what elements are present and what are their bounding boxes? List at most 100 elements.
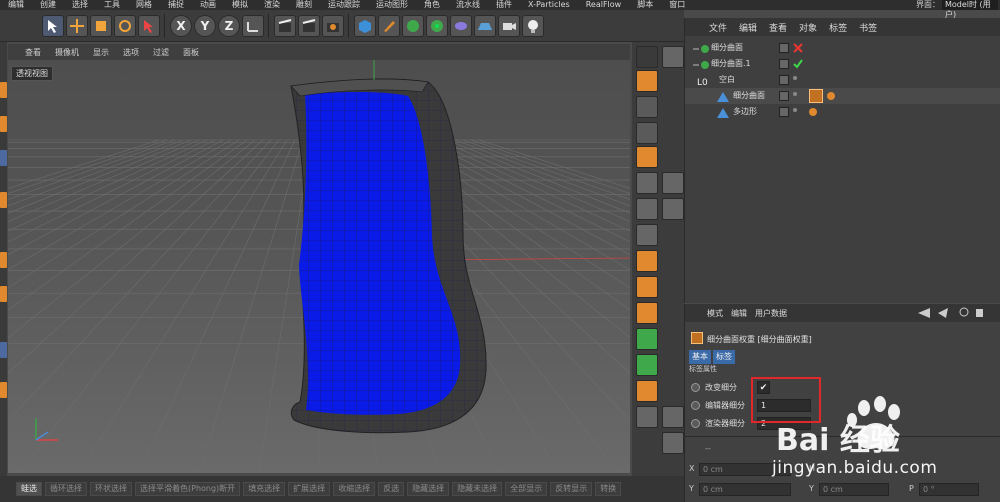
- menu-item[interactable]: X-Particles: [520, 0, 578, 10]
- tool-icon[interactable]: [662, 432, 684, 454]
- paint-tool-icon[interactable]: [636, 250, 658, 272]
- tab-basic[interactable]: 基本: [689, 350, 711, 364]
- layout-dropdown[interactable]: Model时 (用户): [942, 0, 998, 19]
- object-row[interactable]: L0 空白: [685, 72, 1000, 88]
- magnet-tool-icon[interactable]: [636, 70, 658, 92]
- visibility-dots[interactable]: [793, 92, 797, 96]
- visibility-dots[interactable]: [793, 76, 797, 80]
- layer-checkbox[interactable]: [779, 91, 789, 101]
- 2d-mode-icon[interactable]: [636, 122, 658, 144]
- menu-item[interactable]: 编辑: [0, 0, 32, 10]
- disabled-x-icon[interactable]: [793, 43, 803, 53]
- layer-checkbox[interactable]: [779, 75, 789, 85]
- paint-tool-icon[interactable]: [636, 328, 658, 350]
- object-row[interactable]: 细分曲面: [685, 40, 1000, 56]
- selection-button[interactable]: 填充选择: [243, 482, 286, 496]
- menu-item[interactable]: 创建: [32, 0, 64, 10]
- move-icon[interactable]: [66, 15, 88, 37]
- scale-icon[interactable]: [90, 15, 112, 37]
- snap-icon[interactable]: [636, 146, 658, 168]
- mode-icon[interactable]: [0, 150, 7, 166]
- viewport-menu-item[interactable]: 查看: [18, 47, 48, 58]
- object-row[interactable]: 多边形: [685, 104, 1000, 120]
- object-row[interactable]: 细分曲面.1: [685, 56, 1000, 72]
- menu-item[interactable]: 角色: [416, 0, 448, 10]
- edit-tool-icon[interactable]: [636, 172, 658, 194]
- mode-icon[interactable]: [0, 286, 7, 302]
- deformer-icon[interactable]: [450, 15, 472, 37]
- menu-item[interactable]: RealFlow: [578, 0, 630, 10]
- menu-item[interactable]: 动画: [192, 0, 224, 10]
- menu-item[interactable]: 渲染: [256, 0, 288, 10]
- visibility-dots[interactable]: [793, 108, 797, 112]
- last-tool-icon[interactable]: [138, 15, 160, 37]
- tool-icon[interactable]: [662, 198, 684, 220]
- viewport-menu-item[interactable]: 选项: [116, 47, 146, 58]
- attribute-menu-item[interactable]: 用户数据: [751, 308, 791, 319]
- array-icon[interactable]: [426, 15, 448, 37]
- magnet-icon[interactable]: [636, 46, 658, 68]
- menu-item[interactable]: 流水线: [448, 0, 488, 10]
- selection-button[interactable]: 反选: [378, 482, 405, 496]
- menu-item[interactable]: 运动跟踪: [320, 0, 368, 10]
- light-icon[interactable]: [522, 15, 544, 37]
- menu-item[interactable]: 捕捉: [160, 0, 192, 10]
- viewport-menu-item[interactable]: 过滤: [146, 47, 176, 58]
- menu-item[interactable]: 脚本: [629, 0, 661, 10]
- animate-radio[interactable]: [691, 401, 700, 410]
- 3d-mode-icon[interactable]: [636, 96, 658, 118]
- render-picture-icon[interactable]: [298, 15, 320, 37]
- menu-item[interactable]: 网格: [128, 0, 160, 10]
- render-settings-icon[interactable]: [322, 15, 344, 37]
- selection-button[interactable]: 蛙选: [16, 482, 42, 496]
- selection-button[interactable]: 循环选择: [45, 482, 87, 496]
- enabled-check-icon[interactable]: [793, 59, 803, 69]
- menu-item[interactable]: 模拟: [224, 0, 256, 10]
- subdivided-mesh-object[interactable]: [8, 60, 630, 473]
- selection-button[interactable]: 选择平滑着色(Phong)断开: [135, 482, 241, 496]
- edit-tool-icon[interactable]: [636, 224, 658, 246]
- object-menu-item[interactable]: 编辑: [733, 21, 763, 34]
- x-axis-button[interactable]: X: [170, 15, 192, 37]
- selection-button[interactable]: 扩展选择: [288, 482, 331, 496]
- selection-button[interactable]: 隐藏未选择: [452, 482, 503, 496]
- tool-icon[interactable]: [662, 406, 684, 428]
- layer-checkbox[interactable]: [779, 43, 789, 53]
- tag-icon[interactable]: [827, 92, 835, 100]
- object-menu-item[interactable]: 对象: [793, 21, 823, 34]
- selection-button[interactable]: 隐藏选择: [407, 482, 450, 496]
- menu-item[interactable]: 窗口: [661, 0, 693, 10]
- edit-tool-icon[interactable]: [636, 198, 658, 220]
- paint-tool-icon[interactable]: [636, 354, 658, 376]
- layer-checkbox[interactable]: [779, 107, 789, 117]
- attribute-menu-item[interactable]: 模式: [703, 308, 727, 319]
- layer-checkbox[interactable]: [779, 59, 789, 69]
- camera-icon[interactable]: [498, 15, 520, 37]
- render-view-icon[interactable]: [274, 15, 296, 37]
- floor-icon[interactable]: [474, 15, 496, 37]
- tab-tag[interactable]: 标签: [713, 350, 735, 364]
- animate-radio[interactable]: [691, 419, 700, 428]
- weight-tag-icon[interactable]: [809, 89, 823, 103]
- viewport-menu-item[interactable]: 摄像机: [48, 47, 86, 58]
- coordinate-system-icon[interactable]: [242, 15, 264, 37]
- edit-tool-icon[interactable]: [636, 406, 658, 428]
- mode-icon[interactable]: [0, 342, 7, 358]
- menu-item[interactable]: 运动图形: [368, 0, 416, 10]
- animate-radio[interactable]: [691, 383, 700, 392]
- tag-icon[interactable]: [809, 108, 817, 116]
- tool-icon[interactable]: [662, 46, 684, 68]
- subdivision-icon[interactable]: [402, 15, 424, 37]
- mode-icon[interactable]: [0, 192, 7, 208]
- mode-icon[interactable]: [0, 116, 7, 132]
- menu-item[interactable]: 插件: [488, 0, 520, 10]
- menu-item[interactable]: 工具: [96, 0, 128, 10]
- perspective-viewport[interactable]: 透视视图: [8, 60, 630, 473]
- mode-icon[interactable]: [0, 252, 7, 268]
- object-menu-item[interactable]: 文件: [703, 21, 733, 34]
- object-menu-item[interactable]: 书签: [853, 21, 883, 34]
- object-menu-item[interactable]: 标签: [823, 21, 853, 34]
- selection-button[interactable]: 全部显示: [505, 482, 548, 496]
- z-axis-button[interactable]: Z: [218, 15, 240, 37]
- tool-icon[interactable]: [662, 172, 684, 194]
